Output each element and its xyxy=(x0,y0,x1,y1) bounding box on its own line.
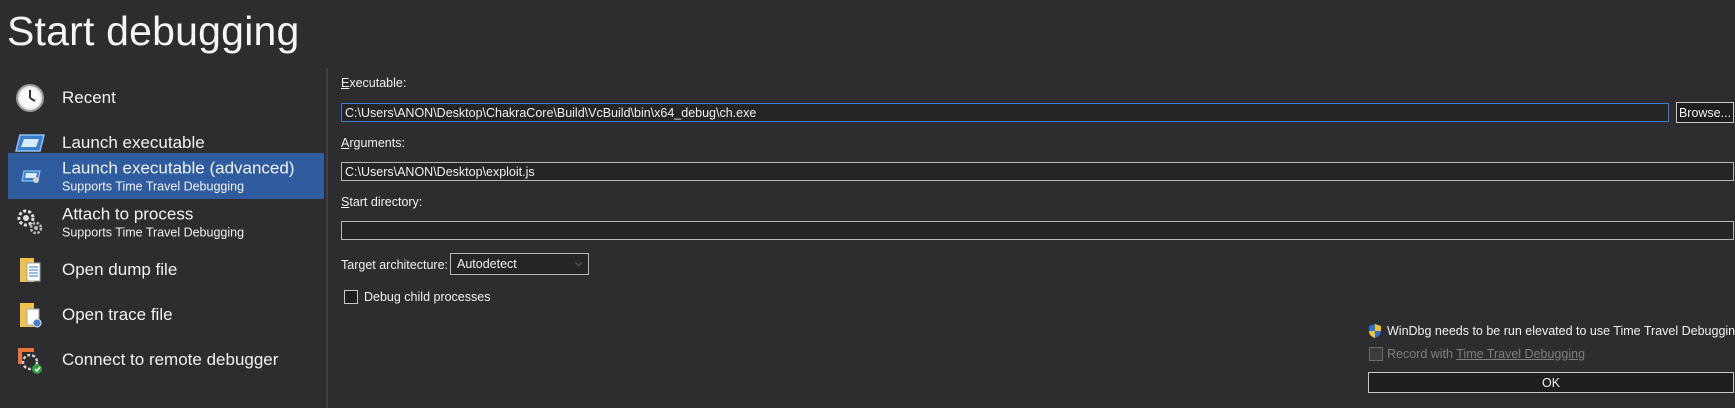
clock-icon xyxy=(14,82,46,114)
ok-button[interactable]: OK xyxy=(1368,372,1734,393)
arguments-input[interactable] xyxy=(341,162,1734,181)
sidebar-item-label: Connect to remote debugger xyxy=(62,350,279,369)
start-debugging-page: Start debugging Recent Launch executable… xyxy=(0,0,1735,408)
dump-file-icon xyxy=(14,254,46,286)
launch-form: Executable: Browse... Arguments: Start d… xyxy=(328,68,1735,408)
start-directory-label: Start directory: xyxy=(341,195,423,209)
record-ttd-checkbox[interactable] xyxy=(1369,347,1383,361)
sidebar-item-attach-to-process[interactable]: Attach to process Supports Time Travel D… xyxy=(8,199,324,245)
arguments-label: Arguments: xyxy=(341,136,405,150)
page-title: Start debugging xyxy=(7,8,300,54)
executable-advanced-icon xyxy=(14,160,46,192)
record-ttd-label: Record with Time Travel Debugging xyxy=(1387,347,1586,361)
debug-child-processes-label: Debug child processes xyxy=(364,290,491,304)
sidebar-item-label: Recent xyxy=(62,88,116,107)
uac-shield-icon xyxy=(1368,323,1382,339)
sidebar-item-launch-executable-advanced[interactable]: Launch executable (advanced) Supports Ti… xyxy=(8,153,324,199)
target-architecture-label: Target architecture: xyxy=(341,258,448,272)
trace-file-icon xyxy=(14,299,46,331)
chevron-down-icon: ⌵ xyxy=(575,258,582,268)
sidebar-item-label: Attach to process xyxy=(62,204,194,224)
target-architecture-value: Autodetect xyxy=(457,257,517,271)
sidebar-item-label: Open trace file xyxy=(62,305,173,324)
sidebar-item-sublabel: Supports Time Travel Debugging xyxy=(62,179,245,194)
sidebar-item-open-dump-file[interactable]: Open dump file xyxy=(8,245,324,295)
sidebar-item-open-trace-file[interactable]: Open trace file xyxy=(8,290,324,340)
sidebar-item-label: Launch executable (advanced) xyxy=(62,158,295,178)
executable-path-input[interactable] xyxy=(341,103,1669,122)
sidebar-item-sublabel: Supports Time Travel Debugging xyxy=(62,225,245,240)
sidebar-item-label: Launch executable xyxy=(62,133,205,152)
start-directory-input[interactable] xyxy=(341,221,1734,240)
executable-label: Executable: xyxy=(341,76,407,90)
sidebar-item-connect-remote-debugger[interactable]: Connect to remote debugger xyxy=(8,335,324,385)
remote-debugger-icon xyxy=(14,344,46,376)
target-architecture-select[interactable]: Autodetect ⌵ xyxy=(450,253,589,275)
ttd-link[interactable]: Time Travel Debugging xyxy=(1456,347,1585,361)
gears-icon xyxy=(14,206,46,238)
ttd-elevation-warning: WinDbg needs to be run elevated to use T… xyxy=(1387,324,1735,338)
sidebar-item-recent[interactable]: Recent xyxy=(8,73,324,123)
debug-child-processes-checkbox[interactable] xyxy=(344,290,358,304)
sidebar-item-label: Open dump file xyxy=(62,260,178,279)
browse-button[interactable]: Browse... xyxy=(1676,102,1734,123)
sidebar: Recent Launch executable Launch executab… xyxy=(8,73,324,408)
